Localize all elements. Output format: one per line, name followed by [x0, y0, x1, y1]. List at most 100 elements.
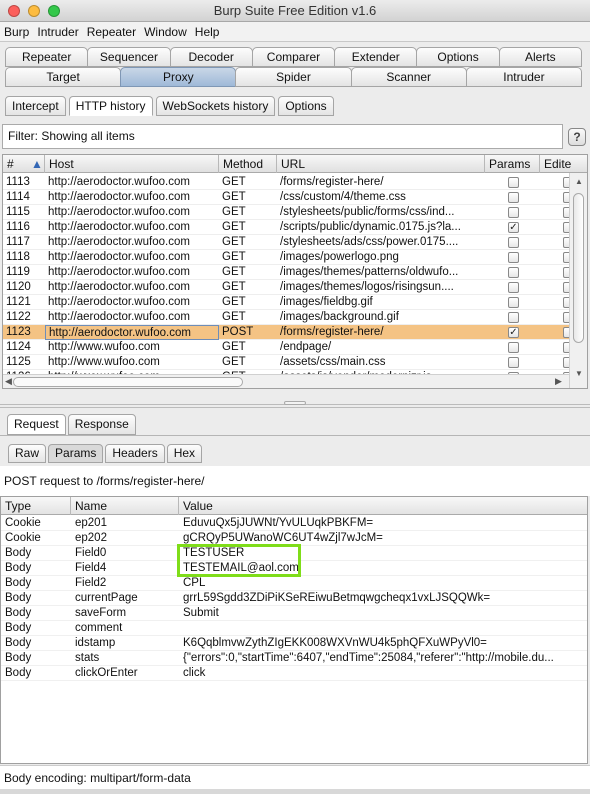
menu-repeater[interactable]: Repeater	[83, 22, 140, 42]
menu-help[interactable]: Help	[191, 22, 224, 42]
col-method[interactable]: Method	[219, 155, 277, 173]
param-row[interactable]: Body currentPage grrL59Sgdd3ZDiPiKSeREiwuB…	[1, 591, 587, 606]
row-host: http://aerodoctor.wufoo.com	[45, 325, 219, 340]
tab-proxy-options[interactable]: Options	[278, 96, 334, 116]
tab-headers[interactable]: Headers	[105, 444, 165, 463]
col-url[interactable]: URL	[277, 155, 485, 173]
table-row[interactable]: 1115 http://aerodoctor.wufoo.com GET/style…	[3, 205, 574, 220]
tab-alerts[interactable]: Alerts	[498, 47, 582, 67]
param-name: Field0	[75, 547, 107, 559]
row-method: POST	[222, 326, 254, 338]
params-checkbox[interactable]	[508, 312, 519, 323]
split-handle-icon[interactable]	[284, 401, 306, 405]
params-checkbox[interactable]	[508, 237, 519, 248]
col-number[interactable]: # ▲	[3, 155, 45, 173]
horizontal-scrollbar[interactable]: ◀ ▶	[3, 374, 569, 388]
scroll-down-icon[interactable]: ▼	[575, 369, 583, 378]
param-row[interactable]: Body saveForm Submit	[1, 606, 587, 621]
tab-comparer[interactable]: Comparer	[251, 47, 336, 67]
table-row[interactable]: 1118 http://aerodoctor.wufoo.com GET/image…	[3, 250, 574, 265]
col-name[interactable]: Name	[71, 497, 179, 515]
tab-hex[interactable]: Hex	[166, 444, 203, 463]
filter-bar[interactable]: Filter: Showing all items	[2, 124, 563, 149]
tab-sequencer[interactable]: Sequencer	[87, 47, 171, 67]
scroll-right-icon[interactable]: ▶	[555, 376, 562, 387]
tab-target[interactable]: Target	[5, 67, 122, 87]
row-number: 1116	[6, 221, 30, 233]
tab-intercept[interactable]: Intercept	[5, 96, 66, 116]
table-row[interactable]: 1125 http://www.wufoo.com GET/assets/css/m…	[3, 355, 574, 370]
params-checkbox[interactable]	[508, 342, 519, 353]
tab-decoder[interactable]: Decoder	[169, 47, 253, 67]
param-row[interactable]: Body idstamp K6QqblmvwZythZIgEKK008WXVnWU4…	[1, 636, 587, 651]
table-row[interactable]: 1123 http://aerodoctor.wufoo.com POST/form…	[3, 325, 574, 340]
top-tab-row-1: Repeater Sequencer Decoder Comparer Exte…	[5, 47, 582, 67]
table-row[interactable]: 1120 http://aerodoctor.wufoo.com GET/image…	[3, 280, 574, 295]
tab-response[interactable]: Response	[67, 414, 136, 435]
tab-repeater[interactable]: Repeater	[5, 47, 89, 67]
menu-intruder[interactable]: Intruder	[33, 22, 82, 42]
horizontal-scroll-thumb[interactable]	[13, 377, 243, 387]
table-row[interactable]: 1114 http://aerodoctor.wufoo.com GET/css/c…	[3, 190, 574, 205]
table-row[interactable]: 1117 http://aerodoctor.wufoo.com GET/style…	[3, 235, 574, 250]
row-host: http://aerodoctor.wufoo.com	[48, 176, 190, 188]
col-host[interactable]: Host	[45, 155, 219, 173]
col-value[interactable]: Value	[179, 497, 587, 515]
params-checkbox[interactable]	[508, 177, 519, 188]
tab-spider[interactable]: Spider	[235, 67, 352, 87]
scroll-up-icon[interactable]: ▲	[575, 177, 583, 186]
param-type: Body	[5, 547, 32, 559]
menu-window[interactable]: Window	[140, 22, 191, 42]
params-checkbox[interactable]	[508, 297, 519, 308]
param-row[interactable]: Body Field2 CPL	[1, 576, 587, 591]
scroll-left-icon[interactable]: ◀	[5, 376, 12, 387]
vertical-scrollbar[interactable]: ▲ ▼	[569, 173, 587, 388]
help-icon[interactable]: ?	[568, 128, 586, 146]
tab-request[interactable]: Request	[7, 414, 66, 435]
params-checkbox[interactable]	[508, 192, 519, 203]
row-number: 1114	[6, 191, 30, 203]
vertical-scroll-thumb[interactable]	[573, 193, 584, 343]
window-bottom-edge	[0, 789, 590, 794]
table-row[interactable]: 1124 http://www.wufoo.com GET/endpage/	[3, 340, 574, 355]
param-row[interactable]: Body clickOrEnter click	[1, 666, 587, 681]
params-checkbox-checked[interactable]: ✓	[508, 327, 519, 338]
param-row[interactable]: Body stats {"errors":0,"startTime":6407,"e…	[1, 651, 587, 666]
params-checkbox[interactable]	[508, 252, 519, 263]
param-type: Body	[5, 652, 32, 664]
col-type[interactable]: Type	[1, 497, 71, 515]
tab-intruder[interactable]: Intruder	[465, 67, 583, 87]
zoom-window-button[interactable]	[48, 5, 60, 17]
menu-bar: Burp Intruder Repeater Window Help	[0, 22, 590, 42]
table-row[interactable]: 1113 http://aerodoctor.wufoo.com GET/forms…	[3, 175, 574, 190]
tab-params[interactable]: Params	[48, 444, 104, 463]
menu-burp[interactable]: Burp	[0, 22, 33, 42]
table-row[interactable]: 1116 http://aerodoctor.wufoo.com GET/scrip…	[3, 220, 574, 235]
tab-scanner[interactable]: Scanner	[350, 67, 467, 87]
tab-websockets-history[interactable]: WebSockets history	[155, 96, 276, 116]
tab-proxy[interactable]: Proxy	[120, 67, 237, 87]
col-edited[interactable]: Edite	[540, 155, 587, 173]
params-table: Type Name Value Cookie ep201 EduvuQx5jJUWN…	[0, 496, 588, 764]
close-window-button[interactable]	[8, 5, 20, 17]
table-row[interactable]: 1121 http://aerodoctor.wufoo.com GET/image…	[3, 295, 574, 310]
tab-http-history[interactable]: HTTP history	[68, 96, 153, 116]
tab-options[interactable]: Options	[416, 47, 500, 67]
split-pane-divider[interactable]	[0, 401, 590, 408]
param-type: Cookie	[5, 517, 41, 529]
row-number: 1124	[6, 341, 31, 353]
row-host: http://aerodoctor.wufoo.com	[48, 266, 190, 278]
params-checkbox[interactable]	[508, 282, 519, 293]
params-checkbox[interactable]	[508, 207, 519, 218]
param-row[interactable]: Cookie ep201 EduvuQx5jJUWNt/YvULUqkPBKFM=	[1, 516, 587, 531]
param-row[interactable]: Body comment	[1, 621, 587, 636]
minimize-window-button[interactable]	[28, 5, 40, 17]
col-params[interactable]: Params	[485, 155, 540, 173]
table-row[interactable]: 1119 http://aerodoctor.wufoo.com GET/image…	[3, 265, 574, 280]
tab-extender[interactable]: Extender	[334, 47, 418, 67]
table-row[interactable]: 1122 http://aerodoctor.wufoo.com GET/image…	[3, 310, 574, 325]
tab-raw[interactable]: Raw	[8, 444, 47, 463]
params-checkbox-checked[interactable]: ✓	[508, 222, 519, 233]
params-checkbox[interactable]	[508, 267, 519, 278]
params-checkbox[interactable]	[508, 357, 519, 368]
